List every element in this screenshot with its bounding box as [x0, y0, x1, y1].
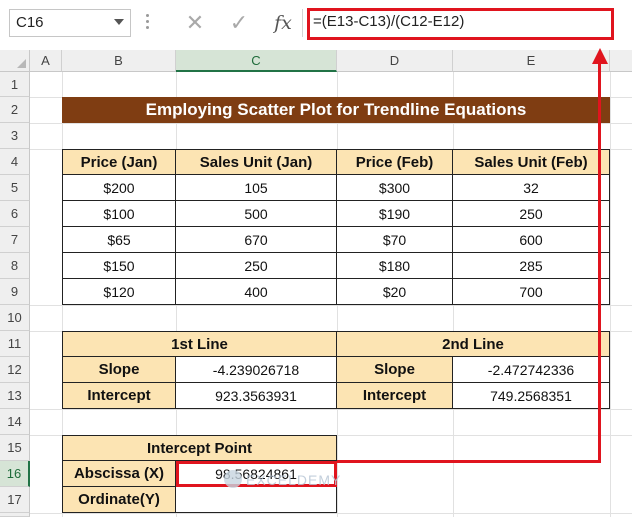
row-header-15[interactable]: 15	[0, 435, 30, 461]
table-cell[interactable]: $150	[62, 253, 176, 279]
line2-slope-value[interactable]: -2.472742336	[453, 357, 610, 383]
ordinate-label[interactable]: Ordinate(Y)	[62, 487, 176, 513]
annotation-arrowhead-icon	[592, 48, 608, 64]
table-cell[interactable]: 32	[453, 175, 610, 201]
price-table-header[interactable]: Price (Jan)	[62, 149, 176, 175]
intercept-label[interactable]: Intercept	[337, 383, 453, 409]
annotation-arrow-line	[598, 62, 601, 463]
table-cell[interactable]: 250	[176, 253, 337, 279]
column-header-c[interactable]: C	[176, 50, 337, 72]
row-header-2[interactable]: 2	[0, 97, 30, 123]
column-header-e[interactable]: E	[453, 50, 610, 72]
price-table-header[interactable]: Sales Unit (Jan)	[176, 149, 337, 175]
row-header-1[interactable]: 1	[0, 72, 30, 97]
formula-highlight-box	[307, 8, 614, 40]
table-cell[interactable]: $100	[62, 201, 176, 227]
table-cell[interactable]: $20	[337, 279, 453, 305]
row-header-7[interactable]: 7	[0, 227, 30, 253]
row-header-12[interactable]: 12	[0, 357, 30, 383]
table-cell[interactable]: $200	[62, 175, 176, 201]
row-header-16[interactable]: 16	[0, 461, 30, 487]
formula-bar-area: C16 ✕ ✓ fx =(E13-C13)/(C12-E12)	[0, 0, 632, 46]
gridline	[30, 123, 632, 124]
gridline	[610, 72, 611, 517]
table-cell[interactable]: 400	[176, 279, 337, 305]
table-cell[interactable]: $70	[337, 227, 453, 253]
drag-handle-icon[interactable]	[146, 14, 150, 32]
price-table-header[interactable]: Price (Feb)	[337, 149, 453, 175]
watermark: EXCELDEMY	[246, 472, 342, 488]
watermark-logo-icon	[224, 470, 242, 488]
annotation-arrow-line	[337, 460, 601, 463]
table-cell[interactable]: $300	[337, 175, 453, 201]
line1-header[interactable]: 1st Line	[62, 331, 337, 357]
row-header-3[interactable]: 3	[0, 123, 30, 149]
table-cell[interactable]: 600	[453, 227, 610, 253]
table-cell[interactable]: 285	[453, 253, 610, 279]
gridline	[30, 305, 632, 306]
insert-function-icon[interactable]: fx	[268, 9, 298, 37]
abscissa-label[interactable]: Abscissa (X)	[62, 461, 176, 487]
name-box-value: C16	[16, 14, 44, 31]
row-header-9[interactable]: 9	[0, 279, 30, 305]
slope-label[interactable]: Slope	[62, 357, 176, 383]
row-header-10[interactable]: 10	[0, 305, 30, 331]
intercept-label[interactable]: Intercept	[62, 383, 176, 409]
enter-icon[interactable]: ✓	[224, 9, 254, 37]
chevron-down-icon[interactable]	[114, 19, 124, 25]
table-cell[interactable]: 250	[453, 201, 610, 227]
formula-buttons: ✕ ✓ fx	[172, 9, 302, 37]
line2-intercept-value[interactable]: 749.2568351	[453, 383, 610, 409]
row-header-14[interactable]: 14	[0, 409, 30, 435]
line1-intercept-value[interactable]: 923.3563931	[176, 383, 337, 409]
intercept-point-header[interactable]: Intercept Point	[62, 435, 337, 461]
gridline	[30, 409, 632, 410]
table-cell[interactable]: $120	[62, 279, 176, 305]
sheet-title[interactable]: Employing Scatter Plot for Trendline Equ…	[62, 97, 610, 123]
table-cell[interactable]: $180	[337, 253, 453, 279]
line2-header[interactable]: 2nd Line	[337, 331, 610, 357]
price-table-header[interactable]: Sales Unit (Feb)	[453, 149, 610, 175]
name-box[interactable]: C16	[9, 9, 131, 37]
ordinate-value-cell[interactable]	[176, 487, 337, 513]
row-header-6[interactable]: 6	[0, 201, 30, 227]
gridline	[30, 513, 632, 514]
select-all-corner[interactable]	[0, 50, 30, 72]
column-header-d[interactable]: D	[337, 50, 453, 72]
line1-slope-value[interactable]: -4.239026718	[176, 357, 337, 383]
cancel-icon[interactable]: ✕	[180, 9, 210, 37]
row-header-4[interactable]: 4	[0, 149, 30, 175]
column-header-a[interactable]: A	[30, 50, 62, 72]
slope-label[interactable]: Slope	[337, 357, 453, 383]
column-header-f[interactable]	[610, 50, 632, 72]
table-cell[interactable]: 105	[176, 175, 337, 201]
row-header-11[interactable]: 11	[0, 331, 30, 357]
select-all-icon	[17, 59, 26, 68]
table-cell[interactable]: $65	[62, 227, 176, 253]
column-header-b[interactable]: B	[62, 50, 176, 72]
table-cell[interactable]: 500	[176, 201, 337, 227]
row-header-8[interactable]: 8	[0, 253, 30, 279]
row-header-17[interactable]: 17	[0, 487, 30, 513]
table-cell[interactable]: $190	[337, 201, 453, 227]
row-header-18[interactable]	[0, 513, 30, 517]
table-cell[interactable]: 670	[176, 227, 337, 253]
row-header-13[interactable]: 13	[0, 383, 30, 409]
table-cell[interactable]: 700	[453, 279, 610, 305]
row-header-5[interactable]: 5	[0, 175, 30, 201]
